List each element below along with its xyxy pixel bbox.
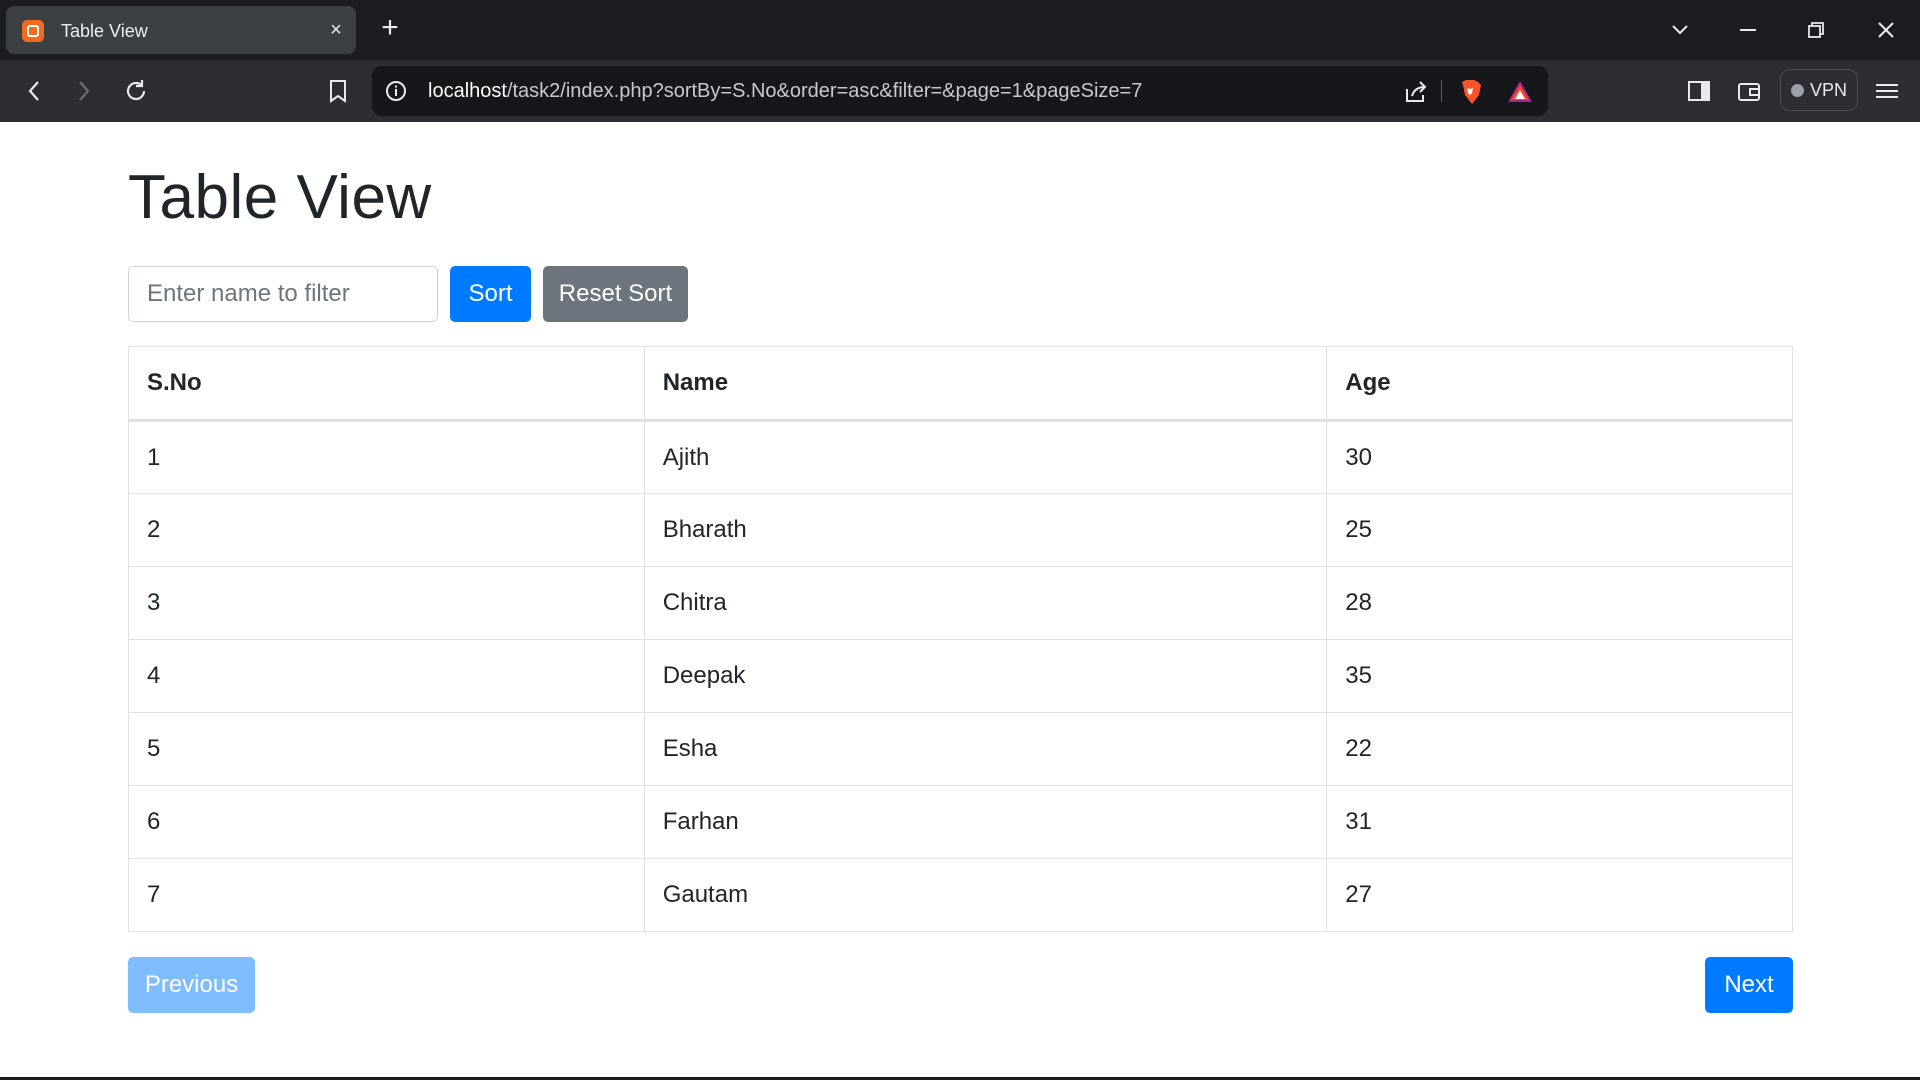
close-window-icon[interactable] — [1866, 14, 1906, 46]
vpn-button[interactable]: VPN — [1780, 69, 1858, 111]
data-table: S.No Name Age 1 Ajith 30 2 Bharath 25 3 … — [128, 346, 1793, 932]
table-row: 4 Deepak 35 — [128, 639, 1793, 713]
table-header-row: S.No Name Age — [128, 346, 1793, 422]
menu-icon[interactable] — [1872, 76, 1902, 106]
cell-sno: 3 — [128, 566, 645, 640]
back-icon[interactable] — [14, 74, 54, 108]
minimize-icon[interactable] — [1728, 14, 1768, 46]
header-name[interactable]: Name — [643, 346, 1328, 422]
url-host: localhost — [428, 80, 507, 102]
site-info-icon[interactable] — [384, 79, 408, 103]
brave-shield-icon[interactable] — [1456, 78, 1484, 106]
header-age[interactable]: Age — [1326, 346, 1793, 422]
tab-close-icon[interactable]: × — [324, 18, 348, 42]
header-sno[interactable]: S.No — [128, 346, 645, 422]
cell-age: 22 — [1326, 712, 1793, 786]
cell-age: 31 — [1326, 785, 1793, 859]
sidebar-icon[interactable] — [1684, 76, 1714, 106]
reset-sort-button[interactable]: Reset Sort — [543, 266, 688, 322]
table-row: 3 Chitra 28 — [128, 566, 1793, 640]
cell-age: 25 — [1326, 493, 1793, 567]
cell-name: Gautam — [643, 858, 1328, 932]
cell-sno: 1 — [128, 420, 645, 494]
cell-sno: 6 — [128, 785, 645, 859]
vpn-label: VPN — [1809, 79, 1847, 100]
page-content: Table View Sort Reset Sort S.No Name Age… — [0, 122, 1920, 1077]
reload-icon[interactable] — [116, 74, 156, 108]
cell-age: 28 — [1326, 566, 1793, 640]
xampp-favicon-icon — [22, 20, 44, 42]
address-divider — [1441, 80, 1442, 102]
address-bar[interactable]: localhost/task2/index.php?sortBy=S.No&or… — [372, 66, 1548, 116]
table-row: 2 Bharath 25 — [128, 493, 1793, 567]
cell-age: 35 — [1326, 639, 1793, 713]
name-filter-input[interactable] — [128, 266, 438, 322]
cell-name: Farhan — [643, 785, 1328, 859]
table-row: 6 Farhan 31 — [128, 785, 1793, 859]
forward-icon[interactable] — [64, 74, 104, 108]
cell-age: 30 — [1326, 420, 1793, 494]
table-row: 1 Ajith 30 — [128, 420, 1793, 494]
previous-page-button[interactable]: Previous — [128, 957, 255, 1013]
sort-button[interactable]: Sort — [450, 266, 531, 322]
bookmark-icon[interactable] — [318, 74, 358, 108]
vpn-status-icon — [1790, 83, 1804, 97]
cell-name: Bharath — [643, 493, 1328, 567]
wallet-icon[interactable] — [1734, 76, 1764, 106]
cell-name: Deepak — [643, 639, 1328, 713]
url-text[interactable]: localhost/task2/index.php?sortBy=S.No&or… — [428, 80, 1142, 103]
cell-sno: 5 — [128, 712, 645, 786]
brave-rewards-icon[interactable] — [1506, 78, 1534, 106]
browser-titlebar: Table View × + — [0, 0, 1920, 60]
cell-sno: 2 — [128, 493, 645, 567]
cell-sno: 7 — [128, 858, 645, 932]
browser-tab[interactable]: Table View × — [6, 6, 356, 54]
cell-age: 27 — [1326, 858, 1793, 932]
cell-name: Esha — [643, 712, 1328, 786]
tab-title: Table View — [61, 21, 148, 41]
cell-name: Chitra — [643, 566, 1328, 640]
new-tab-plus-icon[interactable]: + — [376, 13, 404, 43]
cell-sno: 4 — [128, 639, 645, 713]
share-icon[interactable] — [1402, 78, 1430, 106]
cell-name: Ajith — [643, 420, 1328, 494]
url-path: /task2/index.php?sortBy=S.No&order=asc&f… — [506, 80, 1143, 102]
restore-icon[interactable] — [1796, 14, 1836, 46]
browser-toolbar: localhost/task2/index.php?sortBy=S.No&or… — [0, 60, 1920, 122]
table-row: 7 Gautam 27 — [128, 858, 1793, 932]
table-row: 5 Esha 22 — [128, 712, 1793, 786]
next-page-button[interactable]: Next — [1705, 957, 1793, 1013]
tab-search-chevron-down-icon[interactable] — [1660, 14, 1700, 46]
page-title: Table View — [128, 163, 432, 232]
